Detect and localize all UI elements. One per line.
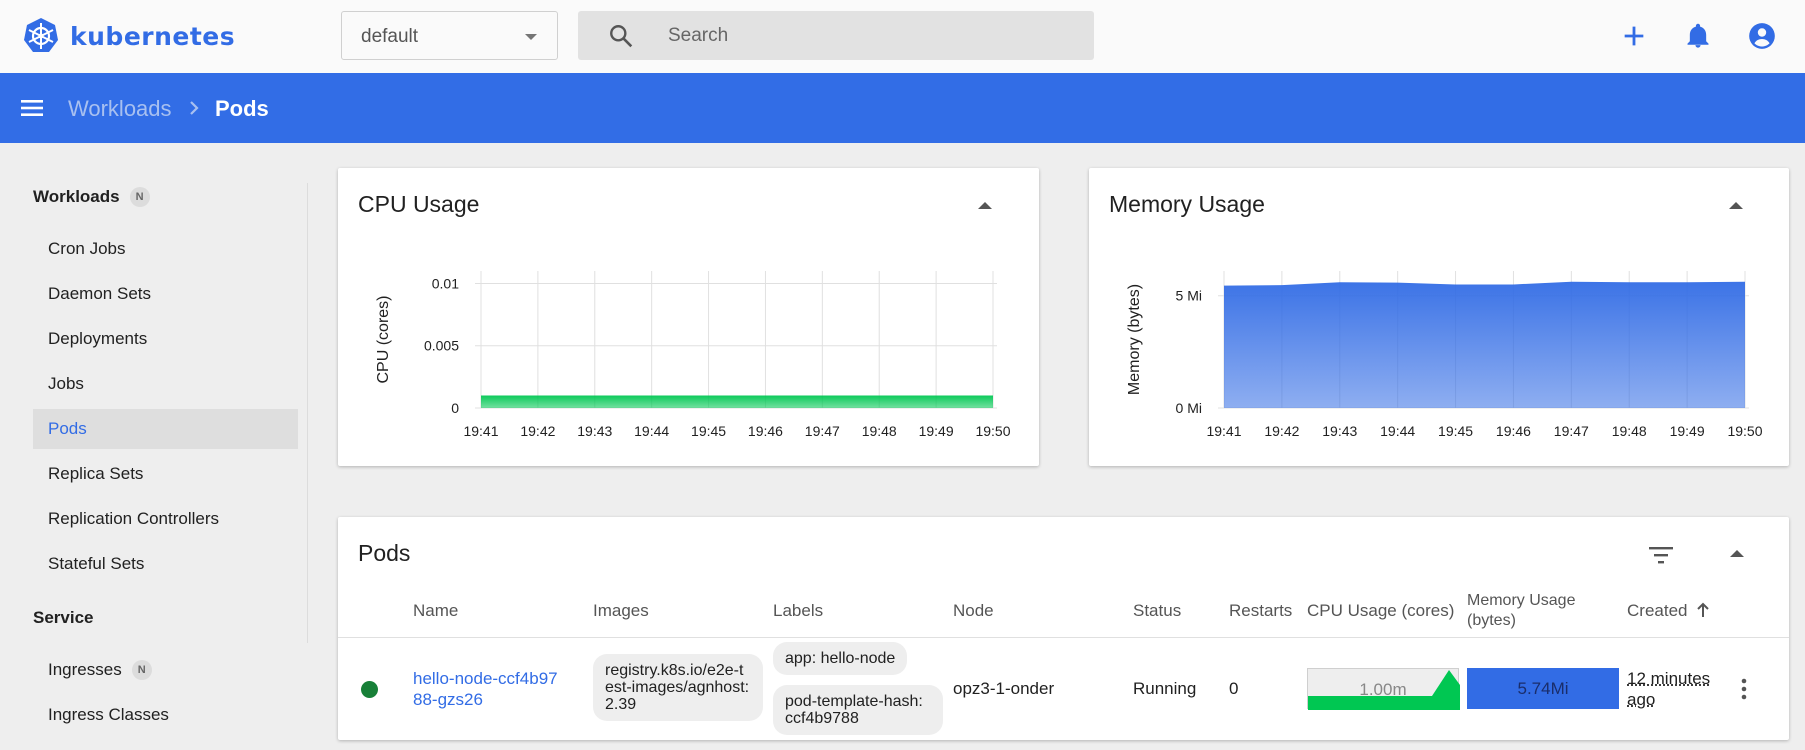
sidebar-item-label: Ingresses [48, 660, 122, 679]
sidebar-item-daemon-sets[interactable]: Daemon Sets [33, 274, 298, 314]
menu-icon[interactable] [20, 98, 46, 118]
card-title: Pods [358, 540, 411, 566]
y-axis-label: Memory (bytes) [1126, 284, 1143, 395]
x-tick-label: 19:46 [748, 423, 783, 439]
column-header-restarts[interactable]: Restarts [1229, 601, 1292, 621]
x-tick-label: 19:50 [975, 423, 1010, 439]
label-chip: pod-template-hash: ccf4b9788 [773, 685, 943, 735]
column-header-status[interactable]: Status [1133, 601, 1181, 621]
x-tick-label: 19:49 [1670, 423, 1705, 439]
x-tick-label: 19:41 [463, 423, 498, 439]
x-tick-label: 19:44 [634, 423, 669, 439]
namespaced-badge: N [129, 187, 150, 207]
sort-arrow-up-icon [1697, 602, 1709, 617]
column-header-labels: Labels [773, 601, 824, 620]
x-tick-label: 19:45 [1438, 423, 1473, 439]
x-tick-label: 19:42 [520, 423, 555, 439]
column-header-memory: Memory Usage (bytes) [1467, 592, 1576, 629]
search-box[interactable] [578, 11, 1094, 60]
memory-usage-chart: 19:41 19:42 19:43 19:44 19:45 19:46 19:47 19:48… [1126, 271, 1763, 439]
sidebar-item-cron-jobs[interactable]: Cron Jobs [33, 229, 298, 269]
sidebar: Workloads N Cron Jobs Daemon Sets Deploy… [0, 143, 308, 750]
restarts-value: 0 [1229, 679, 1239, 698]
breadcrumb-pods: Pods [215, 96, 269, 121]
kubernetes-logo[interactable]: kubernetes [22, 17, 235, 55]
sidebar-section-service[interactable]: Service [33, 608, 94, 628]
cpu-sparkline: 1.00m [1307, 668, 1460, 710]
column-label: Created [1627, 601, 1688, 620]
more-vert-icon[interactable] [1739, 677, 1749, 701]
sidebar-item-replica-sets[interactable]: Replica Sets [33, 454, 298, 494]
x-tick-label: 19:49 [919, 423, 954, 439]
caret-down-icon [525, 34, 537, 40]
collapse-icon[interactable] [1730, 550, 1744, 557]
account-icon[interactable] [1748, 22, 1776, 50]
search-icon [610, 25, 633, 48]
section-label: Workloads [33, 187, 120, 206]
label-chip: app: hello-node [773, 642, 908, 675]
memory-value: 5.74Mi [1517, 679, 1569, 698]
column-header-node[interactable]: Node [953, 601, 994, 621]
chevron-right-icon [190, 101, 199, 115]
status-value: Running [1133, 679, 1197, 698]
x-tick-label: 19:50 [1727, 423, 1762, 439]
x-tick-label: 19:43 [577, 423, 612, 439]
x-tick-label: 19:48 [862, 423, 897, 439]
y-tick-label: 5 Mi [1176, 288, 1202, 304]
section-label: Service [33, 608, 94, 627]
x-tick-label: 19:43 [1322, 423, 1357, 439]
created-value: 12 minutes ago [1627, 669, 1711, 709]
breadcrumb-bar: Workloads Pods [0, 73, 1805, 143]
column-header-cpu: CPU Usage (cores) [1307, 601, 1455, 620]
cpu-value: 1.00m [1359, 680, 1407, 699]
breadcrumb-workloads[interactable]: Workloads [68, 96, 172, 122]
namespaced-badge: N [131, 660, 152, 680]
sidebar-divider [307, 183, 308, 643]
y-axis-label: CPU (cores) [375, 295, 392, 383]
x-tick-label: 19:48 [1612, 423, 1647, 439]
x-tick-label: 19:41 [1206, 423, 1241, 439]
y-tick-label: 0 Mi [1176, 400, 1202, 416]
pod-name-link[interactable]: hello-node-ccf4b9788-gzs26 [413, 668, 563, 710]
series-area [1224, 281, 1745, 408]
namespace-value: default [361, 26, 419, 47]
memory-sparkline: 5.74Mi [1467, 668, 1619, 709]
column-header-images: Images [593, 601, 649, 620]
sidebar-item-stateful-sets[interactable]: Stateful Sets [33, 544, 298, 584]
search-input[interactable] [668, 19, 1068, 52]
sidebar-item-pods[interactable]: Pods [33, 409, 298, 449]
x-tick-label: 19:47 [805, 423, 840, 439]
sidebar-item-ingresses[interactable]: Ingresses N [33, 650, 298, 690]
x-tick-label: 19:44 [1380, 423, 1415, 439]
image-chip: registry.k8s.io/e2e-test-images/agnhost:… [593, 654, 763, 721]
node-value: opz3-1-onder [953, 679, 1055, 698]
x-tick-label: 19:46 [1496, 423, 1531, 439]
x-tick-label: 19:47 [1554, 423, 1589, 439]
sidebar-item-replication-controllers[interactable]: Replication Controllers [33, 499, 298, 539]
cpu-usage-chart: 19:41 19:42 19:43 19:44 19:45 19:46 19:47 19:48… [375, 271, 1011, 439]
sidebar-item-deployments[interactable]: Deployments [33, 319, 298, 359]
y-tick-label: 0 [451, 400, 459, 416]
app-name: kubernetes [70, 21, 236, 51]
table-header-divider [338, 637, 1789, 638]
filter-icon[interactable] [1648, 545, 1674, 565]
y-tick-label: 0.01 [432, 275, 459, 291]
column-header-created[interactable]: Created [1627, 601, 1710, 621]
kubernetes-wheel-icon [24, 18, 58, 52]
x-tick-label: 19:42 [1264, 423, 1299, 439]
column-header-name[interactable]: Name [413, 601, 458, 621]
series-area [481, 395, 993, 408]
sidebar-item-ingress-classes[interactable]: Ingress Classes [33, 695, 298, 735]
x-tick-label: 19:45 [691, 423, 726, 439]
sidebar-item-jobs[interactable]: Jobs [33, 364, 298, 404]
status-running-icon [361, 681, 378, 698]
bell-icon[interactable] [1684, 22, 1712, 50]
sidebar-section-workloads[interactable]: Workloads N [33, 187, 150, 207]
top-bar: kubernetes default [0, 0, 1805, 73]
cpu-usage-card: CPU Usage 19:41 19:42 19:43 19:44 19:45 19:46… [338, 168, 1039, 466]
memory-usage-card: Memory Usage 19:41 19:42 19:43 19:44 19:45 19… [1089, 168, 1789, 466]
namespace-select[interactable]: default [341, 11, 558, 60]
y-tick-label: 0.005 [424, 338, 459, 354]
plus-icon[interactable] [1620, 22, 1648, 50]
